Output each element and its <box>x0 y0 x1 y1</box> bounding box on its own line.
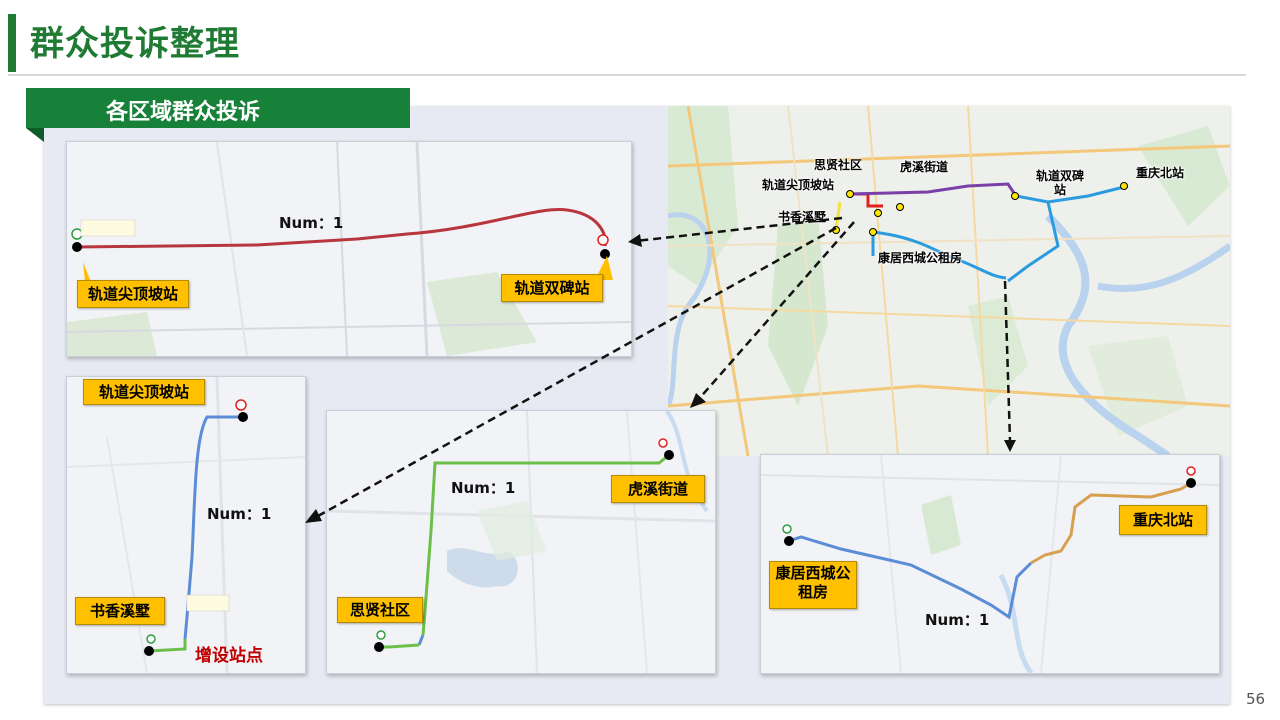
connector-arrows <box>305 216 855 523</box>
page-number: 56 <box>1246 690 1266 708</box>
